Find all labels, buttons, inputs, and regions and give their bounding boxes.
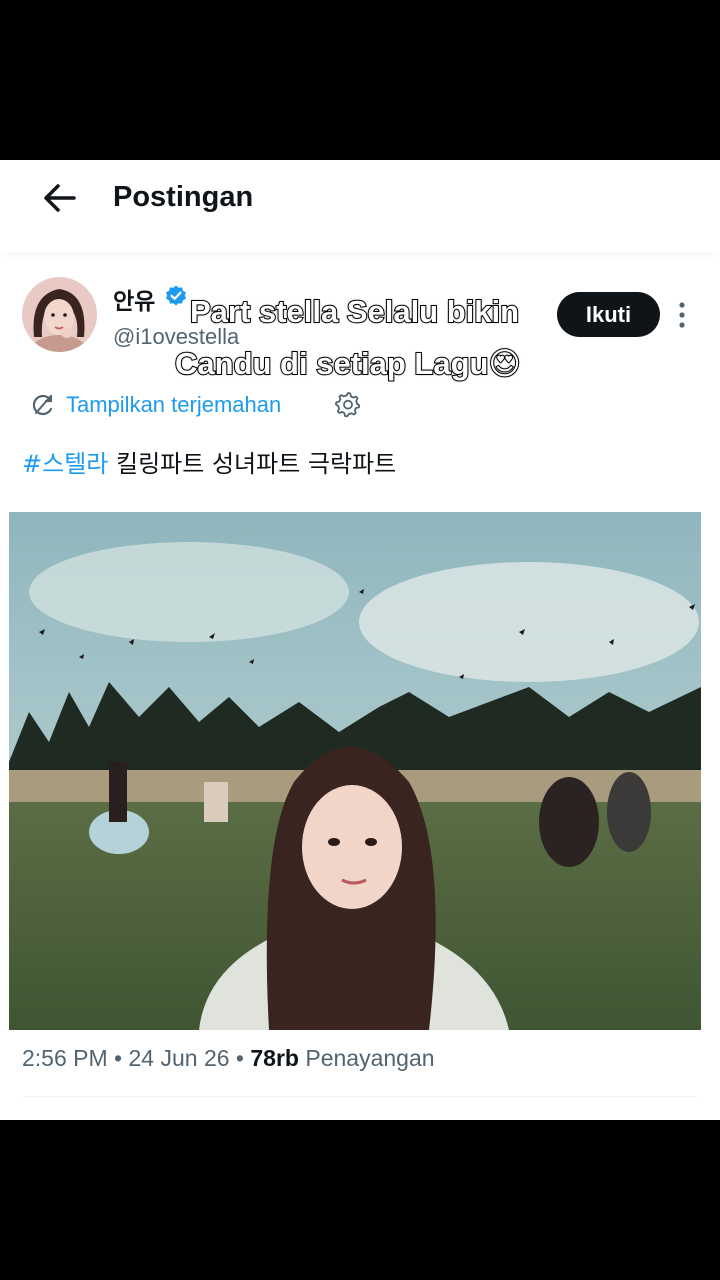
post-time: 2:56 PM bbox=[22, 1045, 108, 1071]
overlay-caption-line-1: Part stella Selalu bikin bbox=[189, 293, 520, 330]
post-photo bbox=[9, 512, 701, 1030]
translate-label: Tampilkan terjemahan bbox=[66, 392, 282, 417]
post-meta: 2:56 PM • 24 Jun 26 • 78rb Penayangan bbox=[22, 1040, 435, 1076]
views-label: Penayangan bbox=[305, 1045, 435, 1071]
header: Postingan bbox=[0, 160, 720, 252]
translate-icon bbox=[32, 394, 53, 416]
gear-icon bbox=[335, 392, 361, 418]
post-text: #스텔라 킬링파트 성녀파트 극락파트 bbox=[22, 444, 396, 479]
post-body: 킬링파트 성녀파트 극락파트 bbox=[116, 450, 397, 478]
hashtag-link[interactable]: #스텔라 bbox=[22, 450, 108, 478]
divider bbox=[22, 1096, 698, 1097]
translate-settings-button[interactable] bbox=[334, 390, 362, 418]
post-image[interactable] bbox=[9, 512, 701, 1030]
post-date: 24 Jun 26 bbox=[128, 1045, 230, 1071]
meta-separator: • bbox=[235, 1045, 244, 1071]
top-letterbox bbox=[0, 0, 720, 160]
post-screen: Postingan 안유 @i1ovestella Ikuti Part ste… bbox=[0, 160, 720, 1120]
views-count: 78rb bbox=[250, 1045, 299, 1071]
translate-link[interactable]: Tampilkan terjemahan bbox=[30, 388, 281, 422]
back-arrow-icon bbox=[44, 184, 76, 212]
meta-separator: • bbox=[114, 1045, 123, 1071]
back-button[interactable] bbox=[38, 176, 82, 220]
bottom-letterbox bbox=[0, 1120, 720, 1280]
overlay-caption-line-2: Candu di setiap Lagu😍 bbox=[174, 345, 522, 382]
page-title: Postingan bbox=[113, 181, 254, 213]
